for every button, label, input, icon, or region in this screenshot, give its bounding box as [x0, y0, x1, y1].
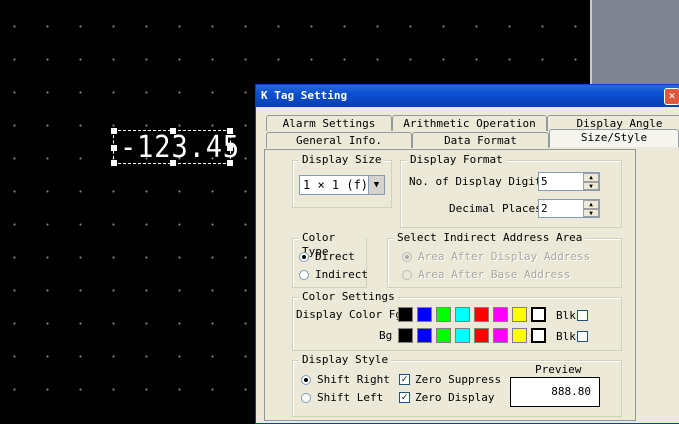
bg-color-swatch[interactable]: [417, 328, 432, 343]
bg-color-swatch[interactable]: [493, 328, 508, 343]
resize-handle-mr[interactable]: [227, 145, 233, 151]
preview-label: Preview: [535, 363, 582, 376]
bg-blk-label: Blk: [556, 330, 576, 343]
display-size-legend: Display Size: [299, 153, 385, 167]
decimal-places-label: Decimal Places: [449, 202, 542, 215]
indirect-area-group: Select Indirect Address Area Area After …: [387, 231, 622, 288]
digits-label: No. of Display Digits: [409, 175, 549, 188]
zero-suppress-label: Zero Suppress: [415, 373, 502, 386]
digits-value: 5: [541, 175, 548, 188]
spin-down-icon[interactable]: ▼: [583, 181, 599, 190]
direct-radio[interactable]: [299, 252, 309, 262]
shift-left-radio[interactable]: [301, 393, 311, 403]
resize-handle-tr[interactable]: [227, 128, 233, 134]
fg-color-swatch[interactable]: [493, 307, 508, 322]
fg-color-swatch[interactable]: [398, 307, 413, 322]
display-size-group: Display Size 1 × 1 (f) ▼: [292, 153, 392, 208]
k-tag-object[interactable]: -123.45: [111, 128, 239, 166]
dialog-titlebar[interactable]: K Tag Setting ✕: [256, 85, 679, 107]
fg-color-swatch[interactable]: [417, 307, 432, 322]
bg-color-swatch[interactable]: [474, 328, 489, 343]
decimal-places-value: 2: [541, 202, 548, 215]
preview-box: 888.80: [510, 377, 600, 407]
color-type-group: Color Type Direct Indirect: [292, 231, 368, 288]
zero-suppress-checkbox[interactable]: ✓: [399, 374, 410, 385]
display-size-value: 1 × 1 (f): [303, 178, 369, 192]
decimal-places-spinner[interactable]: 2 ▲ ▼: [538, 199, 600, 218]
spin-up-icon[interactable]: ▲: [583, 200, 599, 209]
spin-up-icon[interactable]: ▲: [583, 173, 599, 182]
side-panel: [590, 0, 679, 84]
shift-right-label: Shift Right: [317, 373, 390, 386]
chevron-down-icon[interactable]: ▼: [368, 176, 384, 194]
fg-color-swatch[interactable]: [455, 307, 470, 322]
dialog-title: K Tag Setting: [261, 89, 348, 102]
fg-color-swatch[interactable]: [512, 307, 527, 322]
bg-color-swatch[interactable]: [436, 328, 451, 343]
resize-handle-bm[interactable]: [170, 160, 176, 166]
display-size-select[interactable]: 1 × 1 (f) ▼: [299, 175, 385, 195]
resize-handle-ml[interactable]: [111, 145, 117, 151]
fg-label: Display Color Fg: [296, 308, 402, 321]
indirect-area-legend: Select Indirect Address Area: [394, 231, 586, 245]
zero-display-label: Zero Display: [415, 391, 495, 404]
size-style-panel: Display Size 1 × 1 (f) ▼ Display Format …: [264, 149, 636, 421]
display-format-legend: Display Format: [407, 153, 506, 167]
close-icon[interactable]: ✕: [664, 88, 679, 105]
area-after-display-radio[interactable]: [402, 252, 412, 262]
fg-color-swatch[interactable]: [531, 307, 546, 322]
bg-color-swatch[interactable]: [512, 328, 527, 343]
tab-alarm-settings[interactable]: Alarm Settings: [266, 115, 392, 131]
resize-handle-br[interactable]: [227, 160, 233, 166]
bg-blink-checkbox[interactable]: [577, 331, 588, 342]
fg-color-swatch[interactable]: [474, 307, 489, 322]
spin-down-icon[interactable]: ▼: [583, 208, 599, 217]
tab-arithmetic-operation[interactable]: Arithmetic Operation: [392, 115, 547, 131]
area-after-display-label: Area After Display Address: [418, 250, 591, 263]
area-after-base-label: Area After Base Address: [418, 268, 571, 281]
tag-value-display: -123.45: [120, 130, 241, 165]
tab-size-style[interactable]: Size/Style: [549, 129, 679, 147]
fg-blk-label: Blk: [556, 309, 576, 322]
bg-color-swatch[interactable]: [455, 328, 470, 343]
fg-palette: [398, 307, 558, 323]
fg-color-swatch[interactable]: [436, 307, 451, 322]
bg-palette: [398, 328, 558, 344]
color-settings-group: Color Settings Display Color Fg Blk Bg B…: [292, 290, 622, 351]
k-tag-setting-dialog: K Tag Setting ✕ Alarm Settings Arithmeti…: [255, 84, 679, 424]
bg-label: Bg: [379, 329, 393, 342]
shift-right-radio[interactable]: [301, 375, 311, 385]
display-format-group: Display Format No. of Display Digits 5 ▲…: [400, 153, 622, 228]
tab-data-format[interactable]: Data Format: [412, 132, 549, 148]
digits-spinner[interactable]: 5 ▲ ▼: [538, 172, 600, 191]
resize-handle-tm[interactable]: [170, 128, 176, 134]
display-style-legend: Display Style: [299, 353, 392, 367]
bg-color-swatch[interactable]: [531, 328, 546, 343]
color-settings-legend: Color Settings: [299, 290, 398, 304]
display-style-group: Display Style Shift Right Shift Left ✓ Z…: [292, 353, 622, 417]
direct-label: Direct: [315, 250, 355, 263]
bg-color-swatch[interactable]: [398, 328, 413, 343]
resize-handle-bl[interactable]: [111, 160, 117, 166]
area-after-base-radio[interactable]: [402, 270, 412, 280]
indirect-radio[interactable]: [299, 270, 309, 280]
zero-display-checkbox[interactable]: ✓: [399, 392, 410, 403]
tab-general-info[interactable]: General Info.: [266, 132, 412, 148]
indirect-label: Indirect: [315, 268, 368, 281]
resize-handle-tl[interactable]: [111, 128, 117, 134]
fg-blink-checkbox[interactable]: [577, 310, 588, 321]
shift-left-label: Shift Left: [317, 391, 384, 404]
